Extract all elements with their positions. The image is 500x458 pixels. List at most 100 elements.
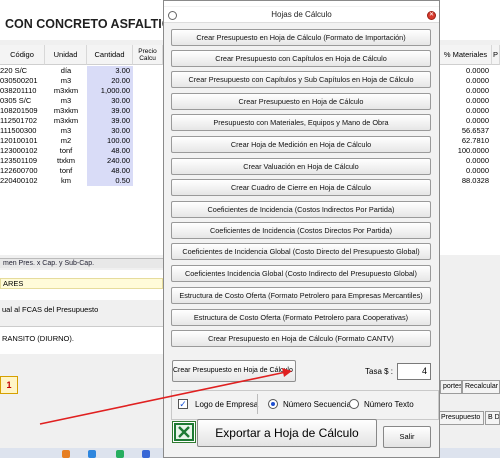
radio-numero-secuencial-label: Número Secuencial	[283, 400, 353, 409]
taskbar-app-icon[interactable]	[116, 450, 124, 458]
spreadsheet-option-button[interactable]: Estructura de Costo Oferta (Formato Petr…	[171, 309, 431, 326]
grid-cell-materiales[interactable]: 0.0000	[440, 96, 492, 106]
grid-cell-cantidad[interactable]: 3.00	[87, 66, 133, 76]
grid-cell-cantidad[interactable]: 39.00	[87, 106, 133, 116]
background-right-buttons: portes Recalcular	[440, 380, 500, 394]
dialog-title: Hojas de Cálculo	[271, 10, 332, 19]
spreadsheet-option-button[interactable]: Crear Presupuesto en Hoja de Cálculo (Fo…	[171, 29, 431, 46]
taskbar-app-icon[interactable]	[62, 450, 70, 458]
spreadsheet-option-button[interactable]: Crear Valuación en Hoja de Cálculo	[171, 158, 431, 175]
budget-grid-right[interactable]: % Materiales P 0.0000 0.0000 0.0000 0.0000 0…	[440, 45, 500, 255]
background-button-recalcular[interactable]: Recalcular	[462, 380, 500, 394]
grid-cell-cantidad[interactable]: 30.00	[87, 126, 133, 136]
grid-cell-materiales[interactable]: 0.0000	[440, 66, 492, 76]
grid-cell-cantidad[interactable]: 48.00	[87, 166, 133, 176]
grid-cell-materiales[interactable]: 0.0000	[440, 116, 492, 126]
grid-cell-materiales[interactable]: 0.0000	[440, 86, 492, 96]
background-right-buttons-2: Presupuesto B D	[438, 411, 500, 425]
dialog-titlebar[interactable]: Hojas de Cálculo ✕	[164, 7, 439, 23]
export-to-spreadsheet-button[interactable]: Exportar a Hoja de Cálculo	[197, 419, 377, 447]
background-text-fcas: ual al FCAS del Presupuesto	[2, 305, 99, 314]
excel-icon	[172, 421, 196, 443]
grid-cell-cantidad[interactable]: 1,000.00	[87, 86, 133, 96]
dialog-top-strip	[164, 1, 439, 6]
grid-cell-unidad[interactable]: tonf	[45, 166, 87, 176]
grid-cell-codigo[interactable]: 108201509	[0, 106, 45, 116]
grid-cell-unidad[interactable]: m2	[45, 136, 87, 146]
spreadsheet-option-button[interactable]: Coeficientes de Incidencia Global (Costo…	[171, 243, 431, 260]
grid-cell-cantidad[interactable]: 0.50	[87, 176, 133, 186]
radio-numero-texto-label: Número Texto	[364, 400, 414, 409]
background-number-box[interactable]: 1	[0, 376, 18, 394]
taskbar-app-icon[interactable]	[142, 450, 150, 458]
spreadsheet-option-button[interactable]: Coeficientes de Incidencia (Costos Indir…	[171, 201, 431, 218]
spreadsheet-option-button[interactable]: Crear Presupuesto en Hoja de Cálculo (Fo…	[171, 330, 431, 347]
grid-cell-codigo[interactable]: 111500300	[0, 126, 45, 136]
background-button-portes[interactable]: portes	[440, 380, 462, 394]
logo-checkbox[interactable]: ✓	[178, 399, 188, 409]
grid-cell-codigo[interactable]: 122600700	[0, 166, 45, 176]
salir-button[interactable]: Salir	[383, 426, 431, 448]
grid-cell-unidad[interactable]: m3xkm	[45, 116, 87, 126]
grid-cell-unidad[interactable]: tonf	[45, 146, 87, 156]
background-tab-strip[interactable]: men Pres. x Cap. y Sub-Cap.	[0, 258, 163, 268]
col-header-precio[interactable]: Precio Calcu	[133, 45, 163, 65]
grid-cell-unidad[interactable]: día	[45, 66, 87, 76]
grid-cell-cantidad[interactable]: 48.00	[87, 146, 133, 156]
col-header-cantidad[interactable]: Cantidad	[87, 45, 133, 65]
spreadsheet-option-button[interactable]: Coeficientes de Incidencia (Costos Direc…	[171, 222, 431, 239]
spreadsheet-option-button[interactable]: Crear Presupuesto en Hoja de Cálculo	[171, 93, 431, 110]
spreadsheet-option-button[interactable]: Estructura de Costo Oferta (Formato Petr…	[171, 287, 431, 304]
grid-cell-codigo[interactable]: 123501109	[0, 156, 45, 166]
grid-cell-unidad[interactable]: m3	[45, 126, 87, 136]
grid-cell-codigo[interactable]: 220400102	[0, 176, 45, 186]
radio-numero-secuencial[interactable]	[268, 399, 278, 409]
grid-cell-codigo[interactable]: 038201110	[0, 86, 45, 96]
spreadsheet-option-button[interactable]: Crear Presupuesto con Capítulos y Sub Ca…	[171, 71, 431, 88]
grid-cell-unidad[interactable]: m3	[45, 96, 87, 106]
grid-cell-materiales[interactable]: 0.0000	[440, 76, 492, 86]
grid-cell-codigo[interactable]: 112501702	[0, 116, 45, 126]
grid-cell-codigo[interactable]: 0305 S/C	[0, 96, 45, 106]
grid-cell-unidad[interactable]: m3xkm	[45, 86, 87, 96]
spreadsheet-option-button[interactable]: Crear Cuadro de Cierre en Hoja de Cálcul…	[171, 179, 431, 196]
grid-cell-cantidad[interactable]: 240.00	[87, 156, 133, 166]
grid-cell-materiales[interactable]: 0.0000	[440, 166, 492, 176]
spreadsheet-option-button[interactable]: Presupuesto con Materiales, Equipos y Ma…	[171, 114, 431, 131]
grid-cell-materiales[interactable]: 62.7810	[440, 136, 492, 146]
grid-cell-unidad[interactable]: m3	[45, 76, 87, 86]
grid-cell-materiales[interactable]: 56.6537	[440, 126, 492, 136]
grid-cell-codigo[interactable]: 123000102	[0, 146, 45, 156]
grid-cell-cantidad[interactable]: 100.00	[87, 136, 133, 146]
grid-cell-unidad[interactable]: ttxkm	[45, 156, 87, 166]
radio-numero-texto[interactable]	[349, 399, 359, 409]
grid-cell-cantidad[interactable]: 20.00	[87, 76, 133, 86]
grid-cell-codigo[interactable]: 220 S/C	[0, 66, 45, 76]
budget-grid-left[interactable]: Código Unidad Cantidad Precio Calcu 220 …	[0, 45, 163, 255]
grid-cell-cantidad[interactable]: 30.00	[87, 96, 133, 106]
grid-cell-materiales[interactable]: 0.0000	[440, 156, 492, 166]
grid-cell-cantidad[interactable]: 39.00	[87, 116, 133, 126]
tasa-input[interactable]: 4	[397, 363, 431, 380]
grid-cell-materiales[interactable]: 100.0000	[440, 146, 492, 156]
grid-cell-codigo[interactable]: 030500201	[0, 76, 45, 86]
col-header-materiales[interactable]: % Materiales	[440, 45, 492, 65]
hojas-de-calculo-dialog: Hojas de Cálculo ✕ Crear Presupuesto en …	[163, 0, 440, 458]
spreadsheet-option-button[interactable]: Coeficientes Incidencia Global (Costo In…	[171, 265, 431, 282]
options-divider	[257, 394, 258, 414]
grid-cell-unidad[interactable]: m3xkm	[45, 106, 87, 116]
background-button-bd[interactable]: B D	[485, 411, 500, 425]
format-usd-bs-button[interactable]: Crear Presupuesto en Hoja de Cálculo (Fo…	[172, 360, 296, 382]
col-header-unidad[interactable]: Unidad	[45, 45, 87, 65]
spreadsheet-option-button[interactable]: Crear Presupuesto con Capítulos en Hoja …	[171, 50, 431, 67]
spreadsheet-option-button[interactable]: Crear Hoja de Medición en Hoja de Cálcul…	[171, 136, 431, 153]
grid-cell-materiales[interactable]: 88.0328	[440, 176, 492, 186]
taskbar-app-icon[interactable]	[88, 450, 96, 458]
grid-cell-materiales[interactable]: 0.0000	[440, 106, 492, 116]
grid-cell-codigo[interactable]: 120100101	[0, 136, 45, 146]
grid-cell-unidad[interactable]: km	[45, 176, 87, 186]
close-icon[interactable]: ✕	[427, 11, 436, 20]
col-header-codigo[interactable]: Código	[0, 45, 45, 65]
col-header-tail[interactable]: P	[492, 45, 500, 65]
background-button-presupuesto[interactable]: Presupuesto	[438, 411, 484, 425]
